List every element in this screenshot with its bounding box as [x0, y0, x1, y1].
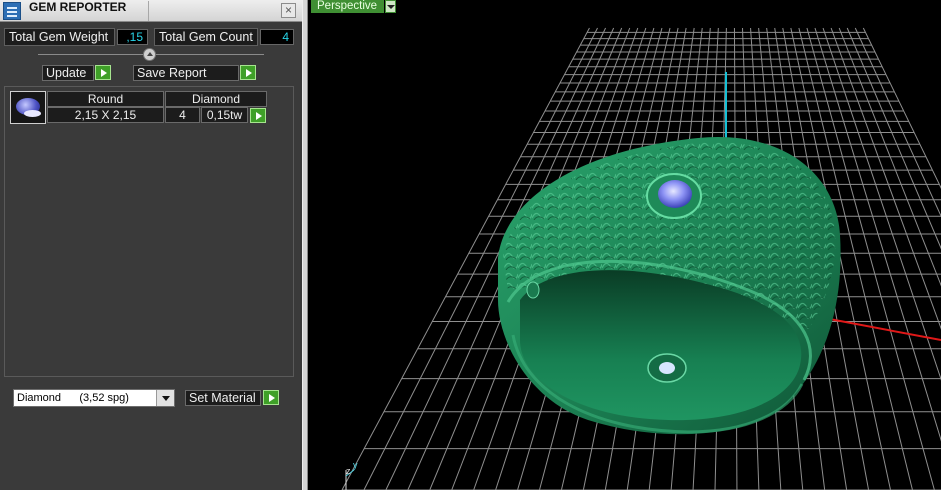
gem-reporter-app-icon	[3, 2, 21, 20]
slider-handle-icon[interactable]	[143, 48, 156, 61]
save-report-go-icon[interactable]	[240, 65, 256, 80]
ring-model	[498, 136, 841, 435]
viewport-canvas[interactable]	[308, 0, 941, 490]
set-material-go-icon[interactable]	[263, 390, 279, 405]
update-go-icon[interactable]	[95, 65, 111, 80]
round-diamond-thumbnail-icon[interactable]	[10, 91, 46, 124]
gem-weight-cell: 0,15tw	[201, 107, 248, 123]
chevron-down-icon[interactable]	[156, 390, 174, 406]
gem-shape-header: Round	[47, 91, 164, 107]
view-mode-label[interactable]: Perspective	[311, 0, 384, 13]
titlebar-divider	[148, 1, 149, 21]
panel-title: GEM REPORTER	[29, 0, 127, 14]
update-button[interactable]: Update	[42, 65, 94, 81]
gem-reporter-panel: GEM REPORTER × Total Gem Weight ,15 Tota…	[0, 0, 302, 490]
total-gem-count-value: 4	[260, 29, 294, 45]
axis-y-letter: y	[353, 460, 358, 470]
total-gem-weight-label: Total Gem Weight	[4, 28, 115, 46]
axis-z-letter: z	[346, 466, 351, 476]
gem-material-header: Diamond	[165, 91, 267, 107]
material-dropdown[interactable]: Diamond (3,52 spg)	[13, 389, 175, 407]
total-gem-weight-value: ,15	[117, 29, 148, 45]
set-material-button[interactable]: Set Material	[185, 390, 261, 406]
gem-row-go-icon[interactable]	[250, 108, 266, 123]
save-report-button[interactable]: Save Report	[133, 65, 239, 81]
close-icon[interactable]: ×	[281, 3, 296, 18]
gem-count-cell: 4	[165, 107, 200, 123]
gem-size-cell: 2,15 X 2,15	[47, 107, 164, 123]
perspective-viewport[interactable]: Perspective y z	[308, 0, 941, 490]
view-mode-chevron-down-icon[interactable]	[385, 0, 396, 13]
panel-titlebar: GEM REPORTER ×	[0, 0, 302, 22]
gem-list	[4, 86, 294, 377]
total-gem-count-label: Total Gem Count	[154, 28, 258, 46]
